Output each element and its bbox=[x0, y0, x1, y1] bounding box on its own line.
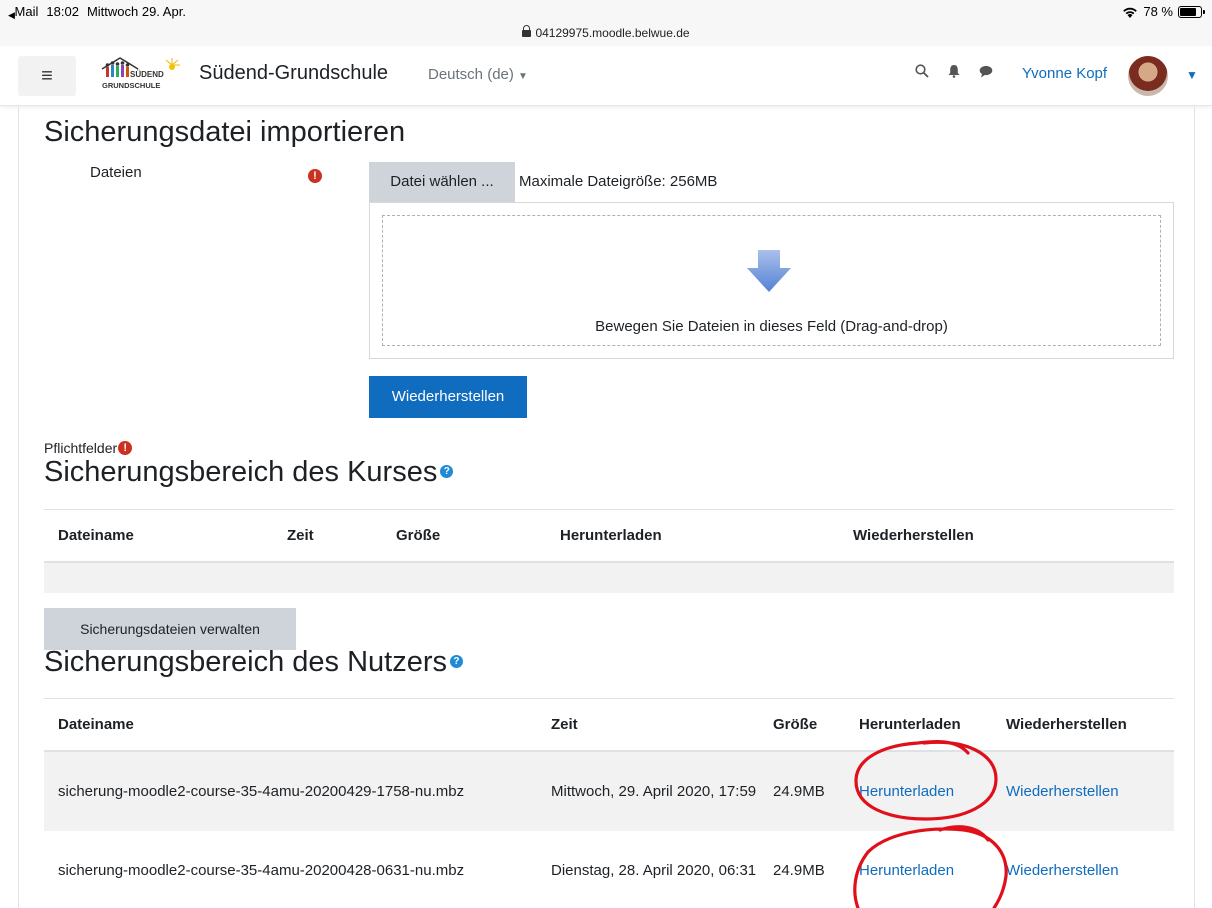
status-right: 78 % bbox=[1122, 4, 1205, 19]
course-backup-heading: Sicherungsbereich des Kurses? bbox=[44, 456, 454, 489]
search-icon[interactable] bbox=[915, 64, 929, 83]
table-row: sicherung-moodle2-course-35-4amu-2020042… bbox=[44, 750, 1174, 831]
required-fields-note: Pflichtfelder! bbox=[44, 440, 133, 456]
download-cell: Herunterladen bbox=[859, 830, 1006, 908]
column-header: Wiederherstellen bbox=[853, 509, 1174, 563]
nav-icon-group bbox=[915, 64, 993, 83]
site-name-link[interactable]: Südend-Grundschule bbox=[199, 62, 388, 85]
content-right-border bbox=[1194, 106, 1195, 908]
column-header: Herunterladen bbox=[859, 698, 1006, 752]
column-header: Größe bbox=[396, 509, 560, 563]
time-cell: Dienstag, 28. April 2020, 06:31 bbox=[551, 830, 773, 908]
required-field-icon: ! bbox=[308, 166, 322, 184]
menu-toggle-button[interactable]: ≡ bbox=[18, 56, 76, 96]
column-header: Dateiname bbox=[44, 509, 287, 563]
address-bar[interactable]: 04129975.moodle.belwue.de bbox=[0, 25, 1212, 40]
status-time: 18:02 bbox=[46, 4, 79, 19]
download-link[interactable]: Herunterladen bbox=[859, 862, 954, 879]
caret-down-icon: ▼ bbox=[518, 71, 528, 82]
status-date: Mittwoch 29. Apr. bbox=[86, 4, 186, 19]
user-backup-table: Dateiname Zeit Größe Herunterladen Wiede… bbox=[44, 698, 1174, 908]
required-note-label: Pflichtfelder bbox=[44, 440, 118, 456]
back-triangle-icon: ◀ bbox=[8, 10, 15, 20]
download-link[interactable]: Herunterladen bbox=[859, 783, 954, 800]
manage-backup-files-button[interactable]: Sicherungsdateien verwalten bbox=[44, 608, 296, 650]
filename-cell: sicherung-moodle2-course-35-4amu-2020042… bbox=[44, 750, 551, 831]
size-cell: 24.9MB bbox=[773, 750, 859, 831]
battery-percent: 78 % bbox=[1143, 4, 1173, 19]
user-backup-heading: Sicherungsbereich des Nutzers? bbox=[44, 646, 463, 679]
table-row: sicherung-moodle2-course-35-4amu-2020042… bbox=[44, 830, 1174, 908]
exclamation-icon: ! bbox=[118, 441, 133, 455]
column-header: Dateiname bbox=[44, 698, 551, 752]
battery-icon bbox=[1178, 5, 1205, 18]
drag-and-drop-zone[interactable]: Bewegen Sie Dateien in dieses Feld (Drag… bbox=[382, 215, 1161, 346]
import-heading: Sicherungsdatei importieren bbox=[44, 116, 406, 148]
content-left-border bbox=[18, 106, 19, 908]
empty-table-row bbox=[44, 561, 1174, 593]
school-logo[interactable]: SÜDEND GRUNDSCHULE bbox=[100, 55, 192, 95]
svg-text:GRUNDSCHULE: GRUNDSCHULE bbox=[102, 81, 160, 90]
exclamation-icon: ! bbox=[308, 169, 322, 183]
column-header: Zeit bbox=[287, 509, 396, 563]
course-backup-table: Dateiname Zeit Größe Herunterladen Wiede… bbox=[44, 509, 1174, 593]
battery-level-fill bbox=[1180, 7, 1196, 16]
column-header: Größe bbox=[773, 698, 859, 752]
avatar[interactable] bbox=[1128, 56, 1168, 96]
column-header: Wiederherstellen bbox=[1006, 698, 1174, 752]
help-icon[interactable]: ? bbox=[440, 464, 454, 478]
restore-cell: Wiederherstellen bbox=[1006, 750, 1174, 831]
user-backup-title: Sicherungsbereich des Nutzers bbox=[44, 646, 447, 678]
download-cell: Herunterladen bbox=[859, 750, 1006, 831]
drop-instructions: Bewegen Sie Dateien in dieses Feld (Drag… bbox=[595, 318, 948, 335]
main-content: Sicherungsdatei importieren Dateien ! Da… bbox=[0, 106, 1212, 908]
column-header: Herunterladen bbox=[560, 509, 853, 563]
svg-text:SÜDEND: SÜDEND bbox=[130, 70, 164, 79]
language-label: Deutsch (de) bbox=[428, 66, 514, 83]
hamburger-icon: ≡ bbox=[41, 64, 53, 87]
back-app-label: Mail bbox=[14, 4, 39, 19]
user-menu-caret-icon[interactable]: ▼ bbox=[1186, 68, 1198, 82]
wifi-icon bbox=[1122, 6, 1138, 18]
column-header: Zeit bbox=[551, 698, 773, 752]
restore-submit-button[interactable]: Wiederherstellen bbox=[369, 376, 527, 418]
choose-file-button[interactable]: Datei wählen ... bbox=[369, 162, 515, 202]
help-icon[interactable]: ? bbox=[449, 654, 463, 668]
restore-link[interactable]: Wiederherstellen bbox=[1006, 862, 1119, 879]
files-label: Dateien bbox=[90, 164, 142, 181]
size-cell: 24.9MB bbox=[773, 830, 859, 908]
table-header-row: Dateiname Zeit Größe Herunterladen Wiede… bbox=[44, 509, 1174, 563]
language-menu[interactable]: Deutsch (de) ▼ bbox=[428, 66, 528, 83]
top-navbar: ≡ SÜDEND GRUNDSCHULE Südend-Grundschule … bbox=[0, 46, 1212, 106]
time-cell: Mittwoch, 29. April 2020, 17:59 bbox=[551, 750, 773, 831]
back-to-app-link[interactable]: ◀ Mail bbox=[8, 4, 39, 20]
download-arrow-icon bbox=[747, 250, 791, 292]
chat-bubble-icon[interactable] bbox=[979, 64, 993, 83]
course-backup-title: Sicherungsbereich des Kurses bbox=[44, 456, 438, 488]
user-menu-name[interactable]: Yvonne Kopf bbox=[1022, 65, 1107, 82]
lock-icon bbox=[522, 25, 532, 37]
restore-cell: Wiederherstellen bbox=[1006, 830, 1174, 908]
ios-status-bar: ◀ Mail 18:02 Mittwoch 29. Apr. 04129975.… bbox=[0, 0, 1212, 46]
file-picker-area: Bewegen Sie Dateien in dieses Feld (Drag… bbox=[369, 202, 1174, 359]
filename-cell: sicherung-moodle2-course-35-4amu-2020042… bbox=[44, 830, 551, 908]
bell-icon[interactable] bbox=[947, 64, 961, 83]
url-text: 04129975.moodle.belwue.de bbox=[535, 26, 690, 40]
restore-link[interactable]: Wiederherstellen bbox=[1006, 783, 1119, 800]
status-left: ◀ Mail 18:02 Mittwoch 29. Apr. bbox=[8, 4, 186, 20]
table-header-row: Dateiname Zeit Größe Herunterladen Wiede… bbox=[44, 698, 1174, 752]
max-file-size-text: Maximale Dateigröße: 256MB bbox=[519, 173, 718, 190]
